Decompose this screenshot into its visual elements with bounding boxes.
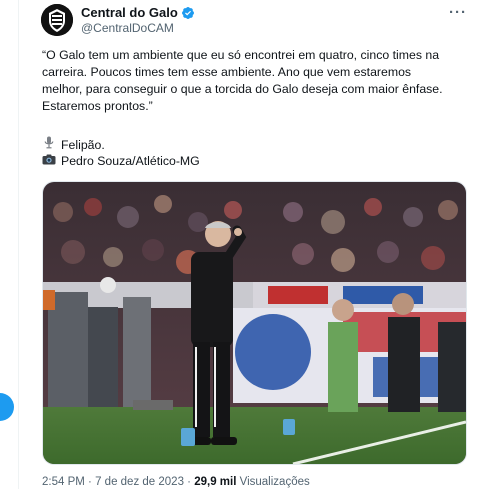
tweet-date[interactable]: 7 de dez de 2023 — [95, 476, 184, 488]
stadium-photo — [43, 182, 466, 464]
speaker-line: Felipão. — [42, 136, 342, 154]
photo-credit-line: Pedro Souza/Atlético-MG — [42, 153, 342, 170]
tweet-text-line: carreira. Poucos times tem esse ambiente… — [42, 65, 412, 79]
speaker-name: Felipão. — [61, 137, 105, 152]
microphone-icon — [42, 136, 56, 154]
more-options-icon[interactable]: ··· — [449, 4, 467, 21]
tweet-text-line: “O Galo tem um ambiente que eu só encont… — [42, 48, 440, 62]
tweet-text-line: melhor, para conseguir o que a torcida d… — [42, 82, 443, 96]
avatar[interactable] — [41, 4, 73, 36]
galo-crest-icon — [41, 4, 73, 36]
tweet-metadata: 2:54 PM · 7 de dez de 2023 · 29,9 mil Vi… — [42, 476, 310, 488]
meta-separator: · — [187, 476, 192, 488]
author-name-row[interactable]: Central do Galo — [81, 5, 195, 20]
tweet-time[interactable]: 2:54 PM — [42, 476, 85, 488]
tweet-text: “O Galo tem um ambiente que eu só encont… — [42, 47, 474, 115]
tweet-text-line: Estaremos prontos.” — [42, 99, 153, 113]
views-count[interactable]: 29,9 mil — [194, 476, 236, 488]
views-label: Visualizações — [239, 476, 310, 488]
camera-icon — [42, 153, 56, 170]
author-handle[interactable]: @CentralDoCAM — [81, 21, 174, 35]
tweet-photo[interactable] — [42, 181, 467, 465]
photo-credit: Pedro Souza/Atlético-MG — [61, 154, 200, 168]
author-display-name[interactable]: Central do Galo — [81, 5, 178, 20]
meta-separator: · — [88, 476, 92, 488]
verified-badge-icon — [181, 6, 195, 20]
